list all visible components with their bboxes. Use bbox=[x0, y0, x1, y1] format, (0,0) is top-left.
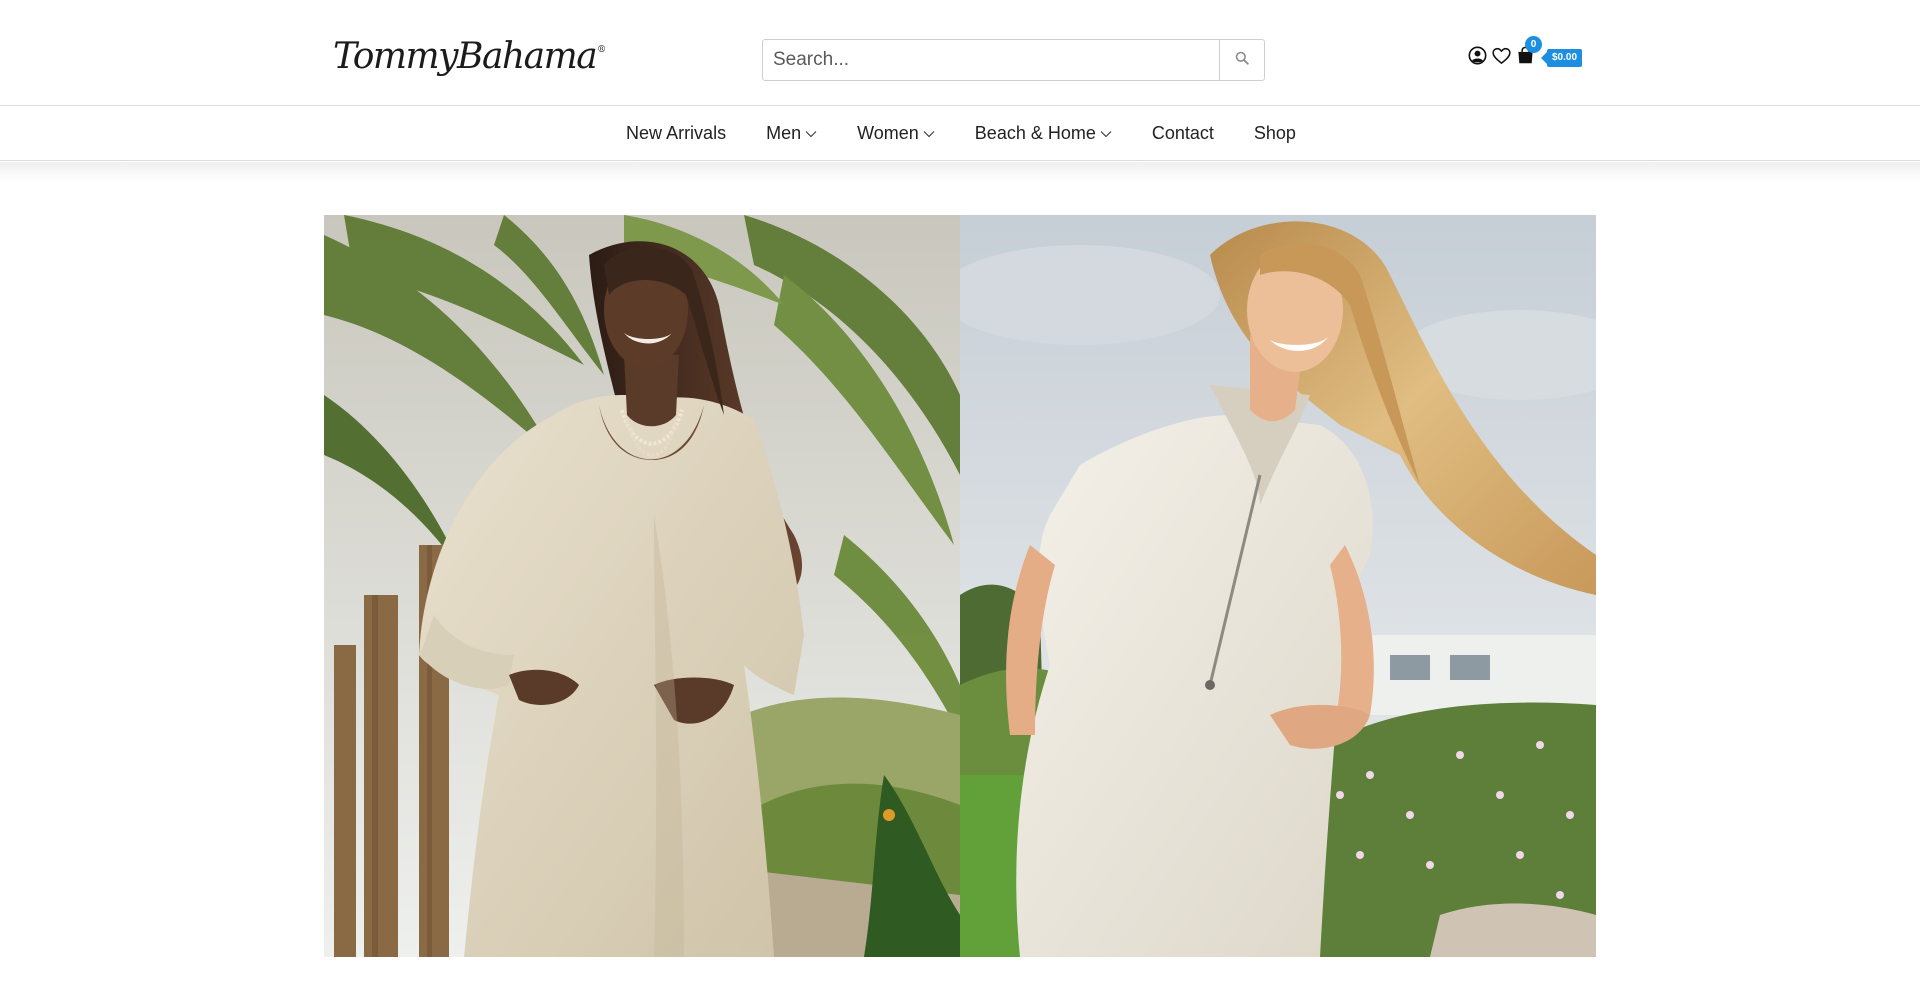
hero-banner bbox=[324, 215, 1596, 957]
heart-icon bbox=[1491, 47, 1511, 70]
nav-item-women[interactable]: Women bbox=[857, 123, 935, 144]
main-navigation: New Arrivals Men Women Beach & Home Cont… bbox=[0, 107, 1920, 161]
nav-item-contact[interactable]: Contact bbox=[1152, 123, 1214, 144]
chevron-down-icon bbox=[805, 130, 817, 138]
account-button[interactable] bbox=[1467, 46, 1487, 70]
search-bar bbox=[762, 39, 1265, 81]
hero-image-right[interactable] bbox=[960, 215, 1596, 957]
search-button[interactable] bbox=[1219, 40, 1264, 80]
brand-logo[interactable]: TommyBahama® bbox=[333, 36, 606, 77]
header-icons: 0 $0.00 bbox=[1467, 36, 1583, 70]
site-header: TommyBahama® Search... 0 $0.00 bbox=[0, 0, 1920, 106]
nav-item-label: Beach & Home bbox=[974, 123, 1096, 143]
search-icon bbox=[1235, 51, 1249, 70]
nav-shadow bbox=[0, 162, 1920, 182]
chevron-down-icon bbox=[923, 130, 935, 138]
registered-mark: ® bbox=[597, 45, 607, 55]
user-circle-icon bbox=[1468, 46, 1487, 70]
nav-item-label: Shop bbox=[1253, 123, 1296, 143]
nav-item-label: Contact bbox=[1151, 123, 1214, 143]
chevron-down-icon bbox=[1100, 130, 1112, 138]
hero-image-left[interactable] bbox=[324, 215, 960, 957]
cart-button[interactable]: 0 $0.00 bbox=[1515, 36, 1583, 68]
nav-item-label: New Arrivals bbox=[626, 123, 727, 143]
cart-count-badge: 0 bbox=[1525, 36, 1542, 53]
nav-item-shop[interactable]: Shop bbox=[1254, 123, 1296, 144]
nav-item-beach-home[interactable]: Beach & Home bbox=[975, 123, 1112, 144]
nav-item-label: Men bbox=[766, 123, 802, 143]
wishlist-button[interactable] bbox=[1491, 47, 1511, 70]
cart-total-badge: $0.00 bbox=[1540, 49, 1583, 67]
nav-item-men[interactable]: Men bbox=[766, 123, 817, 144]
nav-item-label: Women bbox=[857, 123, 919, 143]
brand-name: TommyBahama bbox=[333, 36, 598, 77]
search-input[interactable] bbox=[763, 40, 1219, 80]
nav-item-new-arrivals[interactable]: New Arrivals bbox=[626, 123, 726, 144]
